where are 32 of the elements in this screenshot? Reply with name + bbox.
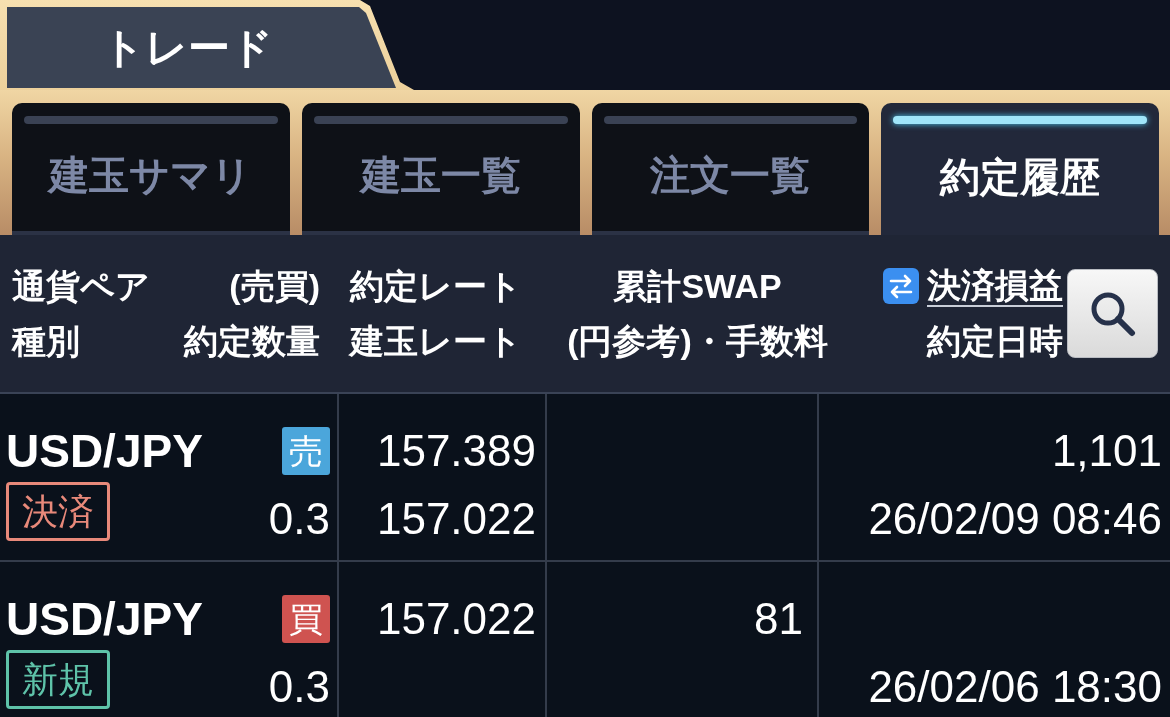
column-header: 約定数量 [184, 320, 320, 362]
column-header: 累計SWAP [613, 265, 782, 307]
column-header: 建玉レート [350, 320, 522, 362]
column-header: 約定日時 [927, 320, 1063, 362]
tab[interactable]: 注文一覧 [591, 103, 870, 235]
position-rate-value: 157.022 [376, 494, 536, 544]
quantity-value: 0.3 [268, 494, 330, 544]
trade-type-badge: 決済 [6, 482, 110, 541]
column-header: (円参考)・手数料 [567, 320, 828, 362]
search-button[interactable] [1067, 269, 1158, 358]
pnl-value: 1,101 [1051, 426, 1162, 476]
rate-value: 157.389 [376, 426, 536, 476]
rate-value: 157.022 [376, 594, 536, 644]
column-header: 通貨ペア [12, 265, 150, 307]
column-header: 約定レート [350, 265, 522, 307]
side-badge: 買 [282, 595, 330, 643]
swap-value: 81 [754, 594, 803, 644]
currency-pair: USD/JPY [6, 593, 203, 645]
datetime-value: 26/02/09 08:46 [868, 494, 1162, 544]
search-icon [1089, 290, 1136, 337]
trade-type-badge: 新規 [6, 650, 110, 709]
currency-pair: USD/JPY [6, 425, 203, 477]
tab[interactable]: 約定履歴 [881, 103, 1159, 235]
tab[interactable]: 建玉サマリ [12, 103, 290, 235]
column-header-link[interactable]: 決済損益 [927, 264, 1063, 308]
column-header: (売買) [229, 265, 320, 307]
quantity-value: 0.3 [268, 662, 330, 712]
side-badge: 売 [282, 427, 330, 475]
two-way-arrows-icon [883, 268, 919, 304]
datetime-value: 26/02/06 18:30 [868, 662, 1162, 712]
column-header: 種別 [12, 320, 80, 362]
tab[interactable]: 建玉一覧 [301, 103, 580, 235]
